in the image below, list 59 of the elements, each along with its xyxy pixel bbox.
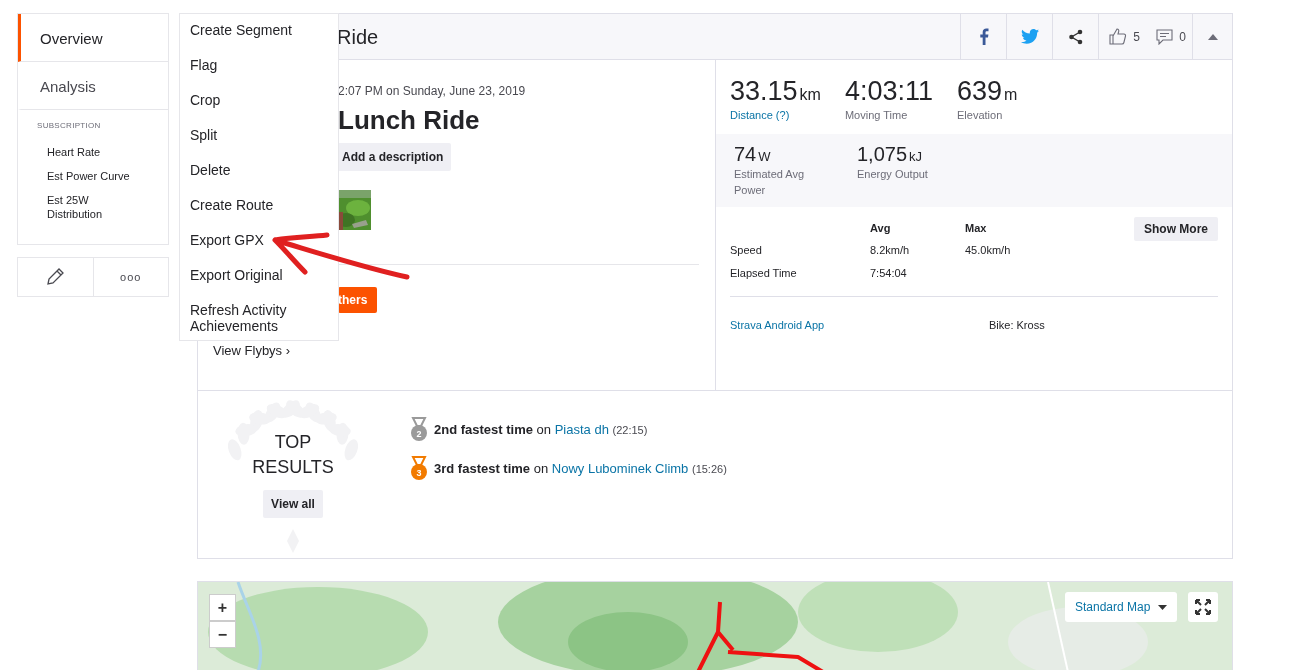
zoom-in-button[interactable]: + [209, 594, 236, 621]
column-header: Max [965, 220, 988, 236]
share-icon [1067, 28, 1084, 45]
device-link[interactable]: Strava Android App [730, 317, 989, 334]
kudos-button[interactable]: 5 [1098, 13, 1150, 60]
table-cell: 8.2km/h [870, 239, 965, 262]
zoom-out-button[interactable]: − [209, 621, 236, 648]
stat-label: Elevation [957, 108, 1004, 123]
section-title: SUBSCRIPTION [37, 120, 102, 132]
caret-down-icon [1158, 604, 1168, 610]
activity-title: Ride [337, 24, 379, 50]
pencil-icon [45, 266, 66, 287]
stat-value: 639 m [957, 78, 1018, 105]
fullscreen-button[interactable] [1188, 592, 1218, 622]
menu-item[interactable]: Create Route [180, 197, 338, 213]
menu-item[interactable]: Split [180, 127, 338, 143]
menu-item[interactable]: Export GPX [180, 232, 338, 248]
activity-name: Lunch Ride [338, 106, 480, 135]
bike-label: Bike: Kross [989, 318, 1045, 333]
column-header: Avg [870, 216, 965, 239]
view-all-button[interactable]: View all [263, 490, 323, 519]
top-results-title: TOP RESULTS [251, 430, 335, 479]
result-text: 3rd fastest time on Nowy Lubominek Climb (15:26) [434, 459, 727, 478]
sidebar-link[interactable]: Heart Rate [37, 146, 137, 160]
menu-item[interactable]: Crop [180, 92, 338, 108]
activity-date: 2:07 PM on Sunday, June 23, 2019 [338, 83, 526, 100]
thumbs-up-icon [1109, 28, 1128, 45]
menu-item[interactable]: Flag [180, 57, 338, 73]
fullscreen-icon [1195, 599, 1211, 615]
stat-label: Moving Time [844, 108, 909, 123]
result-text: 2nd fastest time on Piasta dh (22:15) [434, 420, 648, 439]
table-cell-text: 45.0km/h [965, 243, 1012, 258]
sidebar-link[interactable]: Est Power Curve [37, 170, 137, 184]
view-flybys-link[interactable]: View Flybys › [213, 340, 291, 361]
nav-tab[interactable]: Analysis [18, 62, 168, 110]
bird-icon [1020, 29, 1039, 44]
table-cell-text: 7:54:04 [870, 265, 908, 281]
map-type-dropdown[interactable]: Standard Map [1065, 592, 1178, 622]
caret-up-icon [1207, 33, 1218, 40]
menu-item[interactable]: Refresh Activity Achievements [180, 302, 338, 334]
stat-value: 74W [734, 143, 772, 164]
menu-item[interactable]: Export Original [180, 267, 338, 283]
facebook-icon [978, 28, 989, 45]
nav-tab[interactable]: Overview [18, 14, 168, 62]
comment-icon [1156, 28, 1174, 45]
stat-value: 1,075 kJ [857, 143, 924, 164]
stat-label: Energy Output [857, 166, 929, 182]
stat-value: 33.15km [730, 78, 821, 105]
stat-value: 4:03:11 [844, 78, 933, 105]
show-more-button[interactable]: Show More [1134, 216, 1218, 241]
row-label: Speed [730, 239, 870, 262]
sidebar-link[interactable]: Est 25W Distribution [37, 194, 137, 221]
comments-button[interactable]: 0 [1150, 13, 1192, 60]
row-label: Elapsed Time [730, 261, 870, 284]
stat-help-link[interactable]: Distance (?) [730, 107, 821, 124]
segment-link[interactable]: Nowy Lubominek Climb [551, 460, 689, 476]
segment-link[interactable]: Piasta dh [554, 421, 609, 437]
menu-item[interactable]: Create Segment [180, 22, 338, 38]
stat-label: Estimated Avg Power [734, 166, 806, 198]
